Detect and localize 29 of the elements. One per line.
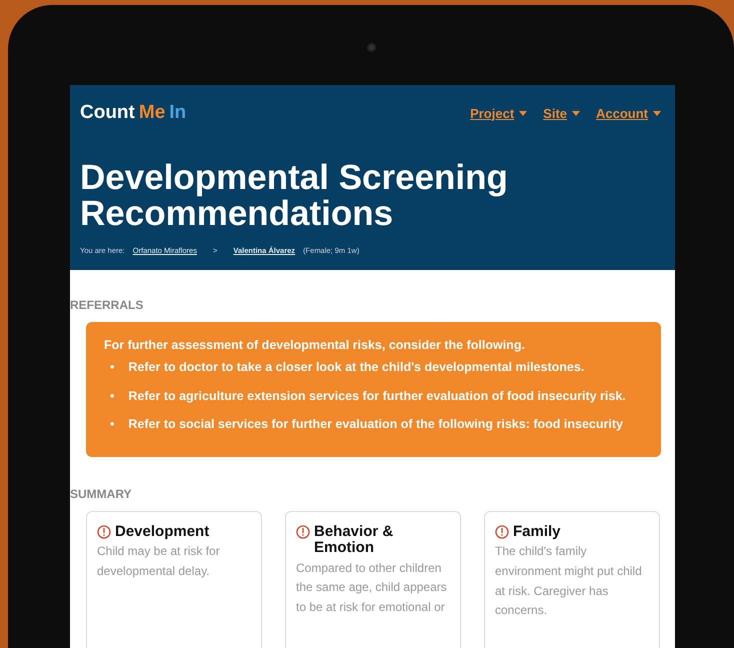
referral-item: Refer to social services for further evaluation of the following risks: food insecurity xyxy=(128,416,623,433)
camera-icon xyxy=(367,43,376,52)
bullet-mark: • xyxy=(110,388,114,404)
alert-icon xyxy=(495,524,509,538)
referral-item: Refer to agriculture extension services for further evaluation of food insecurity risk. xyxy=(128,388,626,405)
logo-text: In xyxy=(169,101,186,125)
card-text: Child may be at risk for developmental delay. xyxy=(97,543,221,580)
bullet-mark: • xyxy=(110,359,114,376)
caret-icon xyxy=(572,110,580,116)
section-heading: SUMMARY xyxy=(70,486,133,502)
section-heading: REFERRALS xyxy=(70,297,144,314)
caret-icon xyxy=(653,110,661,116)
card-title-text: Development xyxy=(115,524,210,540)
caret-icon xyxy=(519,110,528,116)
card-title-text: Behavior & Emotion xyxy=(314,524,394,556)
alert-icon xyxy=(296,524,310,538)
alert-icon xyxy=(97,524,111,538)
bullet-mark: • xyxy=(110,416,114,433)
logo-text: Count xyxy=(80,101,135,125)
page-title: Developmental Screening Recommendations xyxy=(80,160,509,233)
card-title-text: Family xyxy=(513,524,561,540)
nav-menu-link[interactable]: Site xyxy=(543,104,567,123)
logo-text: Me xyxy=(138,101,166,125)
card-text: Compared to other children the same age, child appears to be at risk for emotional or xyxy=(296,560,448,616)
nav-menu-link[interactable]: Project xyxy=(470,104,514,123)
nav-menu-link[interactable]: Account xyxy=(596,104,648,123)
referral-intro: For further assessment of developmental risks, consider the following. xyxy=(104,337,526,354)
referral-item: Refer to doctor to take a closer look at the child's developmental milestones. xyxy=(128,359,584,376)
card-text: The child's family environment might put child at risk. Caregiver has concerns. xyxy=(495,543,643,620)
